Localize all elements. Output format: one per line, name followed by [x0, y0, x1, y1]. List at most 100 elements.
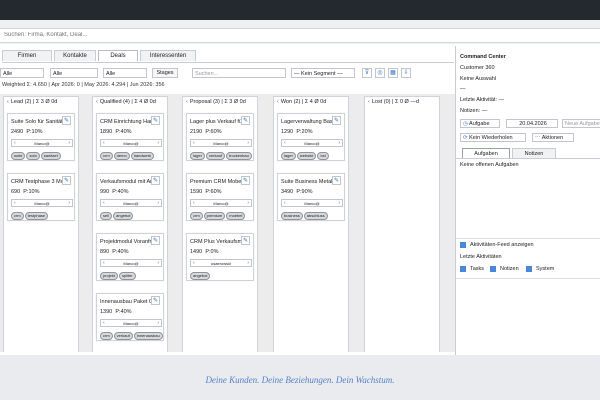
column-header: ‹ Lead (2) | Σ 3 Ø 0d: [7, 99, 58, 105]
grid-icon[interactable]: ▦: [388, 68, 398, 78]
column-title: Qualified: [99, 99, 122, 105]
owner-select[interactable]: ‹ Marco@ ›: [100, 319, 162, 327]
tag-list: business abschluss: [281, 212, 329, 220]
notes-checkbox[interactable]: [490, 266, 496, 272]
chevron-left-icon[interactable]: ‹: [7, 99, 9, 105]
column-header: ‹ Lost (0) | Σ 0 Ø —d: [368, 99, 419, 105]
tag: demo: [113, 152, 130, 160]
deal-values: 690 P:10%: [11, 189, 40, 195]
segment-select[interactable]: — Kein Segment —: [291, 68, 355, 78]
chevron-left-icon[interactable]: ‹: [277, 99, 279, 105]
notes-status: Notizen: —: [460, 108, 488, 114]
tab-tasks[interactable]: Aufgaben: [462, 148, 510, 158]
new-task-input[interactable]: Neue Aufgabe: [562, 119, 600, 128]
owner-select[interactable]: ‹ usaerowski ›: [190, 259, 252, 267]
owner-select[interactable]: ‹ Marco@ ›: [11, 139, 73, 147]
tab-kontakte[interactable]: Kontakte: [54, 50, 96, 61]
tab-notes[interactable]: Notizen: [512, 148, 556, 158]
column-avg: Ø —d: [404, 99, 419, 105]
customer-360-label: Customer 360: [460, 65, 495, 71]
edit-icon[interactable]: ✎: [62, 176, 71, 185]
edit-icon[interactable]: ✎: [151, 116, 160, 125]
deal-card[interactable]: Projektmodul Voranfra ✎ 890 P:40% ‹ Marco…: [96, 233, 164, 281]
tag-list: angebot: [190, 272, 211, 280]
filter-select-3[interactable]: Alle: [103, 68, 147, 78]
owner-select[interactable]: ‹ Marco@ ›: [100, 139, 162, 147]
edit-icon[interactable]: ✎: [151, 296, 160, 305]
edit-icon[interactable]: ✎: [332, 176, 341, 185]
tab-deals[interactable]: Deals: [98, 50, 138, 61]
deal-card[interactable]: Suite Business Metall ✎ 3490 P:90% ‹ Marc…: [277, 173, 345, 221]
tasks-checkbox[interactable]: [460, 266, 466, 272]
target-icon[interactable]: ◎: [375, 68, 385, 78]
deal-values: 890 P:40%: [100, 249, 129, 255]
chevron-left-icon[interactable]: ‹: [96, 99, 98, 105]
add-task-button[interactable]: ◷ Aufgabe: [460, 119, 500, 128]
filter-select-1[interactable]: Alle: [0, 68, 44, 78]
edit-icon[interactable]: ✎: [151, 236, 160, 245]
deal-card[interactable]: CRM Testphase 3 Mo ✎ 690 P:10% ‹ Marco@ › …: [7, 173, 75, 221]
repeat-select[interactable]: ⟳ Kein Wiederholen: [460, 133, 526, 142]
deal-values: 1290 P:20%: [281, 129, 313, 135]
tab-interessenten[interactable]: Interessenten: [140, 50, 196, 61]
owner-select[interactable]: ‹ Marco@ ›: [100, 199, 162, 207]
column-title: Won: [280, 99, 293, 105]
owner-select[interactable]: ‹ Marco@ ›: [281, 199, 343, 207]
actions-menu-button[interactable]: ⋯ Aktionen: [532, 133, 574, 142]
deal-card[interactable]: Verkaufsmodul mit Ani ✎ 990 P:40% ‹ Marco…: [96, 173, 164, 221]
column-avg: Ø 0d: [314, 99, 327, 105]
global-search-input[interactable]: [0, 29, 598, 41]
owner-select[interactable]: ‹ Marco@ ›: [190, 199, 252, 207]
deal-card[interactable]: CRM Einrichtung Han ✎ 1890 P:40% ‹ Marco@…: [96, 113, 164, 161]
tag: crm: [11, 212, 24, 220]
deal-title: Lager plus Verkauf für: [190, 119, 242, 125]
column-count: (0): [383, 99, 391, 105]
feed-checkbox[interactable]: [460, 242, 466, 248]
deal-card[interactable]: Innenausbau Paket Cl ✎ 1390 P:40% ‹ Marco…: [96, 293, 164, 341]
edit-icon[interactable]: ✎: [241, 176, 250, 185]
deal-title: Premium CRM Mobel: [190, 179, 242, 185]
panel-title: Command Center: [460, 54, 506, 60]
tag: testphase: [24, 212, 49, 220]
deal-card[interactable]: Lagerverwaltung Basis ✎ 1290 P:20% ‹ Marc…: [277, 113, 345, 161]
column-avg: Ø 0d: [45, 99, 58, 105]
system-checkbox[interactable]: [526, 266, 532, 272]
tag: solo: [26, 152, 40, 160]
export-icon[interactable]: ⇩: [401, 68, 411, 78]
filter-select-2[interactable]: Alle: [50, 68, 98, 78]
edit-icon[interactable]: ✎: [332, 116, 341, 125]
edit-icon[interactable]: ✎: [241, 236, 250, 245]
clock-icon: ◷: [463, 121, 468, 127]
edit-icon[interactable]: ✎: [151, 176, 160, 185]
chevron-left-icon[interactable]: ‹: [368, 99, 370, 105]
owner-select[interactable]: ‹ Marco@ ›: [281, 139, 343, 147]
deal-card[interactable]: CRM Plus Verkaufsm ✎ 1490 P:0% ‹ usaerows…: [186, 233, 254, 281]
column-lost: ‹ Lost (0) | Σ 0 Ø —d: [364, 96, 440, 352]
tag-list: lager verkauf trockenbau: [190, 152, 253, 160]
stages-button[interactable]: Stages: [152, 68, 178, 78]
footer: Deine Kunden. Deine Beziehungen. Dein Wa…: [0, 355, 600, 400]
edit-icon[interactable]: ✎: [62, 116, 71, 125]
panel-divider: [456, 238, 600, 239]
owner-select[interactable]: ‹ Marco@ ›: [100, 259, 162, 267]
deal-card[interactable]: Premium CRM Mobel ✎ 1590 P:60% ‹ Marco@ › …: [186, 173, 254, 221]
deal-values: 1390 P:40%: [100, 309, 132, 315]
deal-search-input[interactable]: Suchen...: [192, 68, 286, 78]
deal-title: CRM Einrichtung Han: [100, 119, 152, 125]
deal-title: Suite Business Metall: [281, 179, 333, 185]
owner-select[interactable]: ‹ Marco@ ›: [190, 139, 252, 147]
filter-icon[interactable]: ⊽: [362, 68, 372, 78]
deal-title: Projektmodul Voranfra: [100, 239, 152, 245]
tab-firmen[interactable]: Firmen: [2, 50, 52, 61]
column-sigma: Σ 0: [395, 99, 404, 105]
deal-card[interactable]: Lager plus Verkauf für ✎ 2190 P:60% ‹ Mar…: [186, 113, 254, 161]
edit-icon[interactable]: ✎: [241, 116, 250, 125]
chevron-left-icon[interactable]: ‹: [186, 99, 188, 105]
task-date-input[interactable]: 20.04.2026: [506, 119, 558, 128]
deal-card[interactable]: Suite Solo für Sanität ✎ 2490 P:10% ‹ Mar…: [7, 113, 75, 161]
tasks-filter-label: Tasks: [470, 266, 485, 272]
tag-list: projekt spliter: [100, 272, 137, 280]
owner-select[interactable]: ‹ Marco@ ›: [11, 199, 73, 207]
tag: website: [296, 152, 317, 160]
deal-values: 2190 P:60%: [190, 129, 222, 135]
